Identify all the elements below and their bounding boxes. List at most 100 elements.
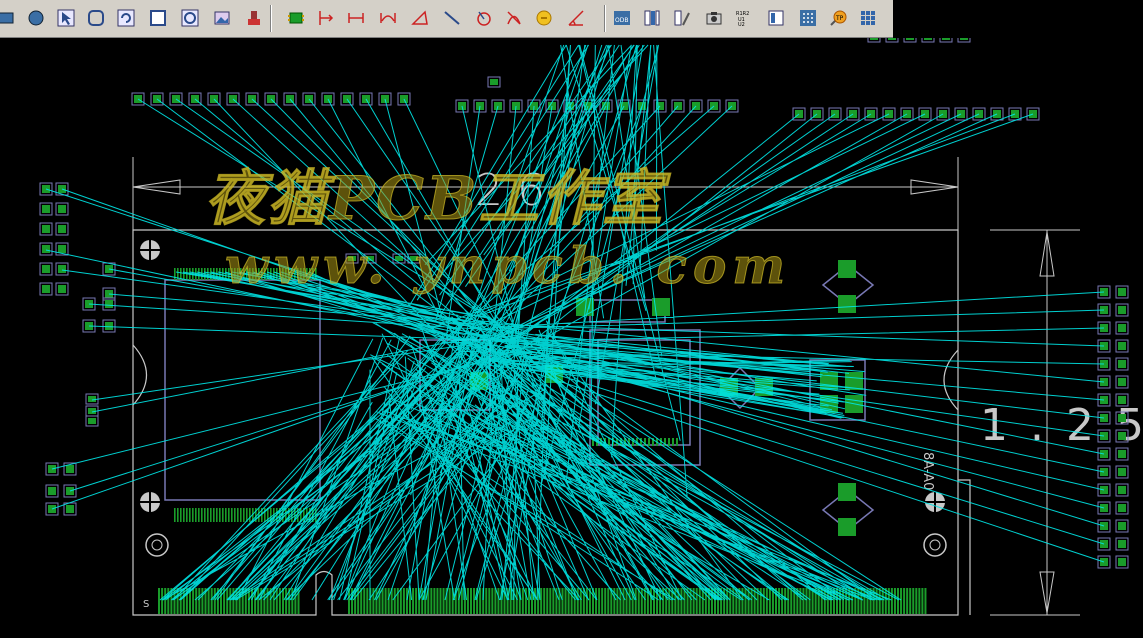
stamp-button[interactable] — [243, 7, 265, 29]
pad — [42, 205, 50, 213]
ic-pin — [648, 438, 650, 446]
edge-finger — [579, 588, 582, 614]
rotate-button[interactable] — [115, 7, 137, 29]
pad — [1118, 450, 1126, 458]
toolbar-separator — [270, 5, 272, 32]
silk-label: 8A-A0 — [920, 452, 935, 490]
fiducial-inner — [151, 539, 163, 551]
dimension-arc-button[interactable] — [377, 7, 399, 29]
smd-pad — [838, 483, 856, 501]
edge-finger — [875, 588, 878, 614]
angle-measure-icon — [568, 10, 584, 26]
ic-pin — [204, 508, 206, 522]
ic-pin — [225, 508, 227, 522]
radius-button[interactable] — [473, 7, 495, 29]
camera-button[interactable] — [703, 7, 725, 29]
ic-pin — [195, 508, 197, 522]
edge-finger — [552, 588, 555, 614]
ic-pin — [180, 508, 182, 522]
edge-finger — [210, 588, 213, 614]
edge-finger — [448, 588, 451, 614]
edge-finger — [195, 588, 198, 614]
report-button[interactable] — [765, 7, 787, 29]
angle-icon — [411, 10, 428, 25]
edge-finger — [628, 588, 631, 614]
component-button[interactable] — [285, 7, 307, 29]
circle-button[interactable] — [25, 7, 47, 29]
pad — [1118, 432, 1126, 440]
ic-pin — [219, 508, 221, 522]
edge-finger — [601, 588, 604, 614]
watermark-title: 夜猫PCB工作室 — [205, 164, 665, 235]
edge-finger — [158, 588, 160, 614]
test-point-icon: TP — [830, 10, 847, 26]
edge-finger — [272, 588, 275, 614]
edge-finger — [790, 588, 793, 614]
renumber-icon: R1R2U1U2 — [736, 11, 749, 27]
report-icon — [768, 10, 784, 26]
grid-icon — [800, 10, 816, 26]
dimension-vertical-button[interactable] — [315, 7, 337, 29]
edge-finger — [402, 588, 405, 614]
pad — [1118, 414, 1126, 422]
edge-finger — [442, 588, 445, 614]
edge-finger — [680, 588, 683, 614]
pad — [105, 300, 113, 308]
select-pointer-button[interactable] — [55, 7, 77, 29]
edge-finger — [207, 588, 210, 614]
array-icon — [861, 11, 875, 25]
pad — [42, 225, 50, 233]
odb-export-button[interactable]: ODB — [611, 7, 633, 29]
ic-pin — [237, 508, 239, 522]
ic-pin — [231, 508, 233, 522]
rectangle-button[interactable] — [0, 7, 17, 29]
edge-finger — [900, 588, 903, 614]
layer-stack-button[interactable] — [641, 7, 663, 29]
edge-finger — [604, 588, 607, 614]
square-button[interactable] — [147, 7, 169, 29]
smd-pad — [838, 518, 856, 536]
array-button[interactable] — [857, 7, 879, 29]
test-point-button[interactable]: TP — [827, 7, 849, 29]
cross-button[interactable] — [503, 7, 525, 29]
pcb-layout-view[interactable]: 2.61.258A-A0S — [0, 38, 1143, 638]
ic-pin — [258, 508, 260, 522]
rounded-rect-button[interactable] — [85, 7, 107, 29]
angle-measure-button[interactable] — [565, 7, 587, 29]
dimension-horizontal-button[interactable] — [345, 7, 367, 29]
line-icon — [444, 11, 460, 25]
line-button[interactable] — [441, 7, 463, 29]
edge-finger — [802, 588, 805, 614]
pad — [42, 285, 50, 293]
edge-finger — [695, 588, 698, 614]
edge-finger — [266, 588, 269, 614]
coin-button[interactable] — [533, 7, 555, 29]
pad — [1118, 306, 1126, 314]
edge-finger — [213, 588, 216, 614]
pad — [870, 38, 878, 40]
edge-finger — [909, 588, 912, 614]
edge-finger — [607, 588, 610, 614]
pcb-canvas[interactable]: 2.61.258A-A0S 夜猫PCB工作室 www. ynpcb. com — [0, 38, 1143, 638]
circle-pad-button[interactable] — [179, 7, 201, 29]
edge-finger — [805, 588, 808, 614]
ic-pin — [240, 508, 242, 522]
tools-button[interactable] — [671, 7, 693, 29]
edge-finger — [357, 588, 360, 614]
pad — [888, 38, 896, 40]
edge-finger — [543, 588, 546, 614]
edge-finger — [485, 588, 488, 614]
edge-finger — [387, 588, 390, 614]
pad — [1118, 360, 1126, 368]
image-button[interactable] — [211, 7, 233, 29]
image-icon — [214, 11, 230, 25]
angle-button[interactable] — [409, 7, 431, 29]
pad — [1118, 468, 1126, 476]
edge-finger — [668, 588, 671, 614]
edge-finger — [884, 588, 887, 614]
main-toolbar: ODB R1R2 U1 U2 TP — [0, 0, 893, 38]
cross-icon — [507, 11, 521, 25]
grid-button[interactable] — [797, 7, 819, 29]
edge-finger — [457, 588, 460, 614]
renumber-button[interactable]: R1R2 U1 U2 — [733, 7, 755, 29]
